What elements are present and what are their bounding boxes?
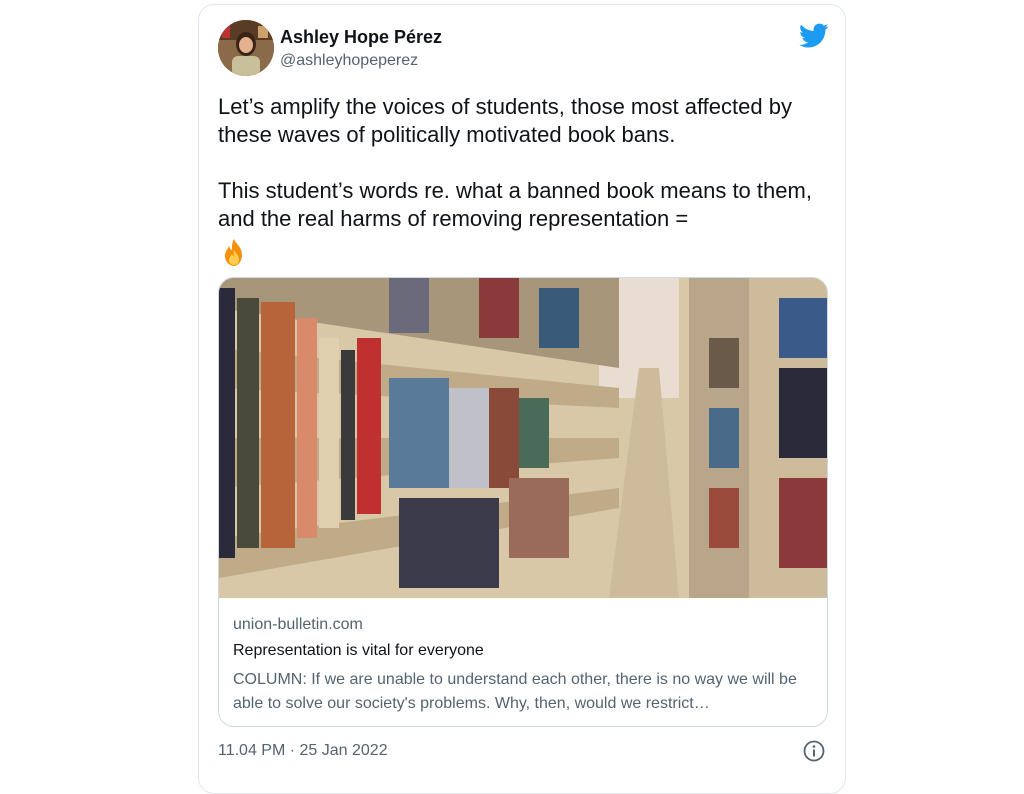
- twitter-bird-icon[interactable]: [799, 23, 829, 49]
- library-bookshelves-photo[interactable]: [219, 278, 827, 598]
- card-domain: union-bulletin.com: [233, 616, 363, 633]
- fire-emoji: [225, 239, 242, 266]
- tweet-text: Let’s amplify the voices of students, th…: [218, 94, 812, 231]
- tweet-timestamp[interactable]: 11.04 PM · 25 Jan 2022: [218, 742, 388, 760]
- tweet-card[interactable]: Ashley Hope Pérez @ashleyhopeperez Let’s…: [198, 4, 846, 794]
- link-preview-card[interactable]: union-bulletin.com Representation is vit…: [218, 277, 828, 727]
- info-icon[interactable]: [803, 740, 825, 762]
- card-description: COLUMN: If we are unable to understand e…: [233, 671, 797, 712]
- avatar[interactable]: [218, 20, 274, 76]
- card-title[interactable]: Representation is vital for everyone: [233, 642, 484, 660]
- author-name[interactable]: Ashley Hope Pérez: [280, 27, 442, 48]
- author-handle[interactable]: @ashleyhopeperez: [280, 52, 418, 70]
